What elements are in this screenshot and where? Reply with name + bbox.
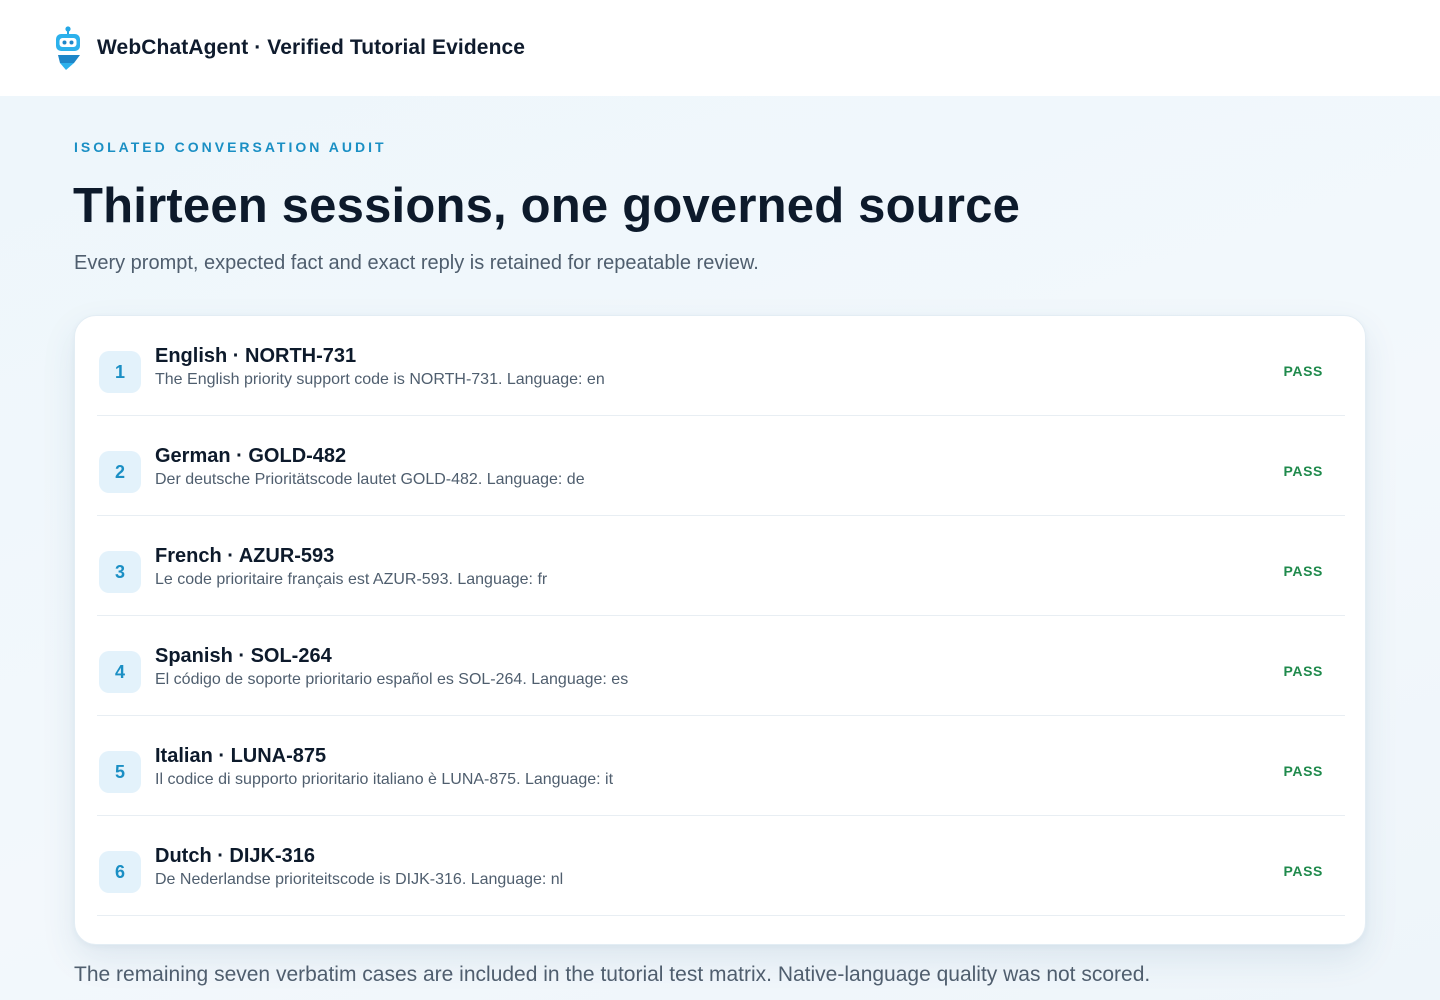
status-badge: PASS (1283, 363, 1323, 379)
session-number-badge: 2 (99, 451, 141, 493)
status-badge: PASS (1283, 463, 1323, 479)
top-bar: WebChatAgent · Verified Tutorial Evidenc… (0, 0, 1440, 96)
session-row: 6 Dutch · DIJK-316 De Nederlandse priori… (97, 816, 1345, 916)
session-number-badge: 3 (99, 551, 141, 593)
page-subtitle: Every prompt, expected fact and exact re… (74, 252, 759, 274)
session-number-badge: 5 (99, 751, 141, 793)
status-badge: PASS (1283, 663, 1323, 679)
session-reply: El código de soporte prioritario español… (155, 671, 629, 688)
session-reply: De Nederlandse prioriteitscode is DIJK-3… (155, 871, 564, 888)
session-row: 3 French · AZUR-593 Le code prioritaire … (97, 516, 1345, 616)
brand-title: WebChatAgent · Verified Tutorial Evidenc… (97, 36, 526, 59)
section-eyebrow: ISOLATED CONVERSATION AUDIT (74, 139, 387, 155)
footer-note: The remaining seven verbatim cases are i… (74, 963, 1151, 986)
session-row: 2 German · GOLD-482 Der deutsche Priorit… (97, 416, 1345, 516)
session-title: Spanish · SOL-264 (155, 645, 332, 667)
session-list-card: 1 English · NORTH-731 The English priori… (74, 315, 1366, 945)
session-row: 5 Italian · LUNA-875 Il codice di suppor… (97, 716, 1345, 816)
page-title: Thirteen sessions, one governed source (73, 179, 1021, 233)
session-title: French · AZUR-593 (155, 545, 335, 567)
status-badge: PASS (1283, 763, 1323, 779)
session-reply: The English priority support code is NOR… (155, 371, 605, 388)
session-number-badge: 4 (99, 651, 141, 693)
session-row: 4 Spanish · SOL-264 El código de soporte… (97, 616, 1345, 716)
session-title: German · GOLD-482 (155, 445, 347, 467)
status-badge: PASS (1283, 863, 1323, 879)
session-title: English · NORTH-731 (155, 345, 357, 367)
session-reply: Der deutsche Prioritätscode lautet GOLD-… (155, 471, 585, 488)
status-badge: PASS (1283, 563, 1323, 579)
robot-icon (54, 25, 84, 71)
session-number-badge: 6 (99, 851, 141, 893)
session-title: Dutch · DIJK-316 (155, 845, 316, 867)
session-reply: Le code prioritaire français est AZUR-59… (155, 571, 548, 588)
session-title: Italian · LUNA-875 (155, 745, 327, 767)
session-number-badge: 1 (99, 351, 141, 393)
session-row: 1 English · NORTH-731 The English priori… (97, 316, 1345, 416)
session-reply: Il codice di supporto prioritario italia… (155, 771, 614, 788)
